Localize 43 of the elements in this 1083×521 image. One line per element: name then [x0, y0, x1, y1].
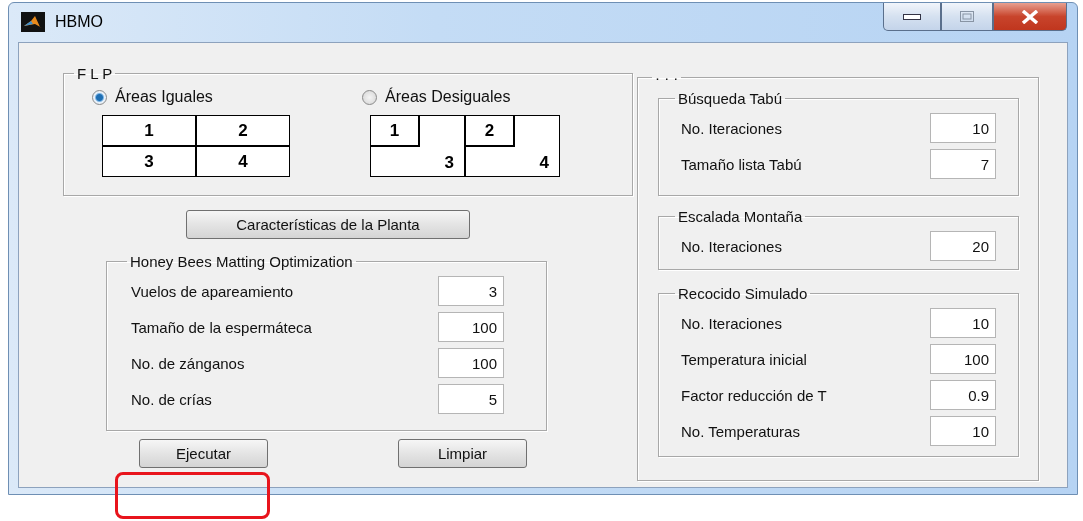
- input-field[interactable]: 0.9: [930, 380, 996, 410]
- close-button[interactable]: [993, 3, 1067, 31]
- action-button[interactable]: Ejecutar: [139, 439, 268, 468]
- layout-diagram: 1 3 2 4: [370, 115, 560, 177]
- input-field[interactable]: 100: [438, 348, 504, 378]
- field-label: Temperatura inicial: [681, 350, 807, 368]
- field-label: No. de crías: [131, 390, 212, 408]
- input-field[interactable]: 10: [930, 416, 996, 446]
- action-button[interactable]: Limpiar: [398, 439, 527, 468]
- group-title: Recocido Simulado: [677, 285, 809, 302]
- field-label: No. Temperaturas: [681, 422, 800, 440]
- input-field[interactable]: 3: [438, 276, 504, 306]
- layout-diagram: 1 2 3 4: [102, 115, 290, 177]
- app-logo-icon: [21, 12, 45, 32]
- field-label: No. de zánganos: [131, 354, 245, 372]
- field-label: Tamaño lista Tabú: [681, 155, 802, 173]
- plant-button[interactable]: Características de la Planta: [186, 210, 470, 239]
- field-label: Vuelos de apareamiento: [131, 282, 294, 300]
- input-field[interactable]: 10: [930, 308, 996, 338]
- field-label: No. Iteraciones: [681, 314, 782, 332]
- minimize-button[interactable]: [883, 3, 941, 31]
- minimize-icon: [903, 13, 921, 20]
- field-label: No. Iteraciones: [681, 119, 782, 137]
- group-title: Búsqueda Tabú: [677, 90, 783, 107]
- radio-option[interactable]: Áreas Desiguales: [362, 88, 632, 106]
- group-title: Honey Bees Matting Optimization: [129, 253, 354, 270]
- input-field[interactable]: 5: [438, 384, 504, 414]
- input-field[interactable]: 20: [930, 231, 996, 261]
- field-label: Tamaño de la espermáteca: [131, 318, 312, 336]
- input-field[interactable]: 100: [438, 312, 504, 342]
- group-title: F L P: [76, 65, 114, 82]
- group-title: Escalada Montaña: [677, 208, 804, 225]
- close-icon: [1021, 9, 1039, 24]
- input-field[interactable]: 10: [930, 113, 996, 143]
- maximize-button[interactable]: [941, 3, 993, 31]
- input-field[interactable]: 7: [930, 149, 996, 179]
- field-label: No. Iteraciones: [681, 237, 782, 255]
- field-label: Factor reducción de T: [681, 386, 827, 404]
- group-title: · · ·: [654, 69, 680, 86]
- radio-option[interactable]: Áreas Iguales: [92, 88, 362, 106]
- window-title: HBMO: [55, 13, 103, 31]
- input-field[interactable]: 100: [930, 344, 996, 374]
- maximize-icon: [960, 11, 974, 22]
